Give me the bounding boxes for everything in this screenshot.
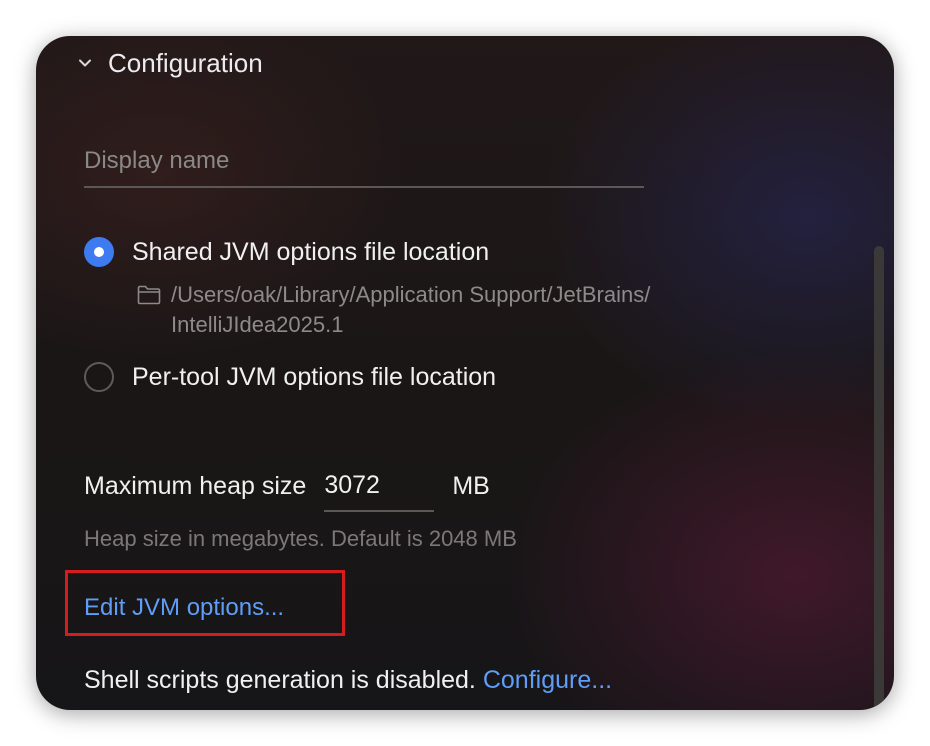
scrollbar-thumb[interactable] — [874, 246, 884, 710]
heap-hint: Heap size in megabytes. Default is 2048 … — [84, 526, 517, 551]
settings-panel: Configuration Shared JVM options file lo… — [36, 36, 894, 710]
configuration-section-header[interactable]: Configuration — [78, 42, 263, 84]
chevron-down-icon[interactable] — [78, 56, 92, 70]
shared-jvm-label: Shared JVM options file location — [132, 237, 490, 266]
shared-jvm-path: /Users/oak/Library/Application Support/J… — [137, 280, 777, 340]
shell-scripts-text: Shell scripts generation is disabled. — [84, 666, 476, 694]
per-tool-jvm-label: Per-tool JVM options file location — [132, 362, 497, 391]
shared-jvm-radio[interactable] — [84, 237, 114, 267]
shared-jvm-path-text: /Users/oak/Library/Application Support/J… — [171, 282, 651, 337]
max-heap-label: Maximum heap size — [84, 471, 307, 500]
shared-jvm-option[interactable]: Shared JVM options file location — [84, 237, 489, 267]
section-title: Configuration — [108, 47, 263, 78]
per-tool-jvm-radio[interactable] — [84, 362, 114, 392]
edit-jvm-options-link[interactable]: Edit JVM options... — [84, 594, 284, 622]
heap-unit-label: MB — [452, 471, 490, 500]
max-heap-field[interactable] — [324, 460, 435, 512]
per-tool-jvm-option[interactable]: Per-tool JVM options file location — [84, 362, 496, 392]
display-name-input[interactable] — [84, 136, 644, 186]
max-heap-row: Maximum heap size MB — [84, 460, 490, 512]
display-name-field[interactable] — [84, 136, 644, 188]
shell-scripts-row: Shell scripts generation is disabled. Co… — [84, 666, 612, 695]
max-heap-input[interactable] — [324, 470, 435, 500]
folder-icon — [137, 285, 161, 305]
configure-link[interactable]: Configure... — [483, 666, 612, 694]
